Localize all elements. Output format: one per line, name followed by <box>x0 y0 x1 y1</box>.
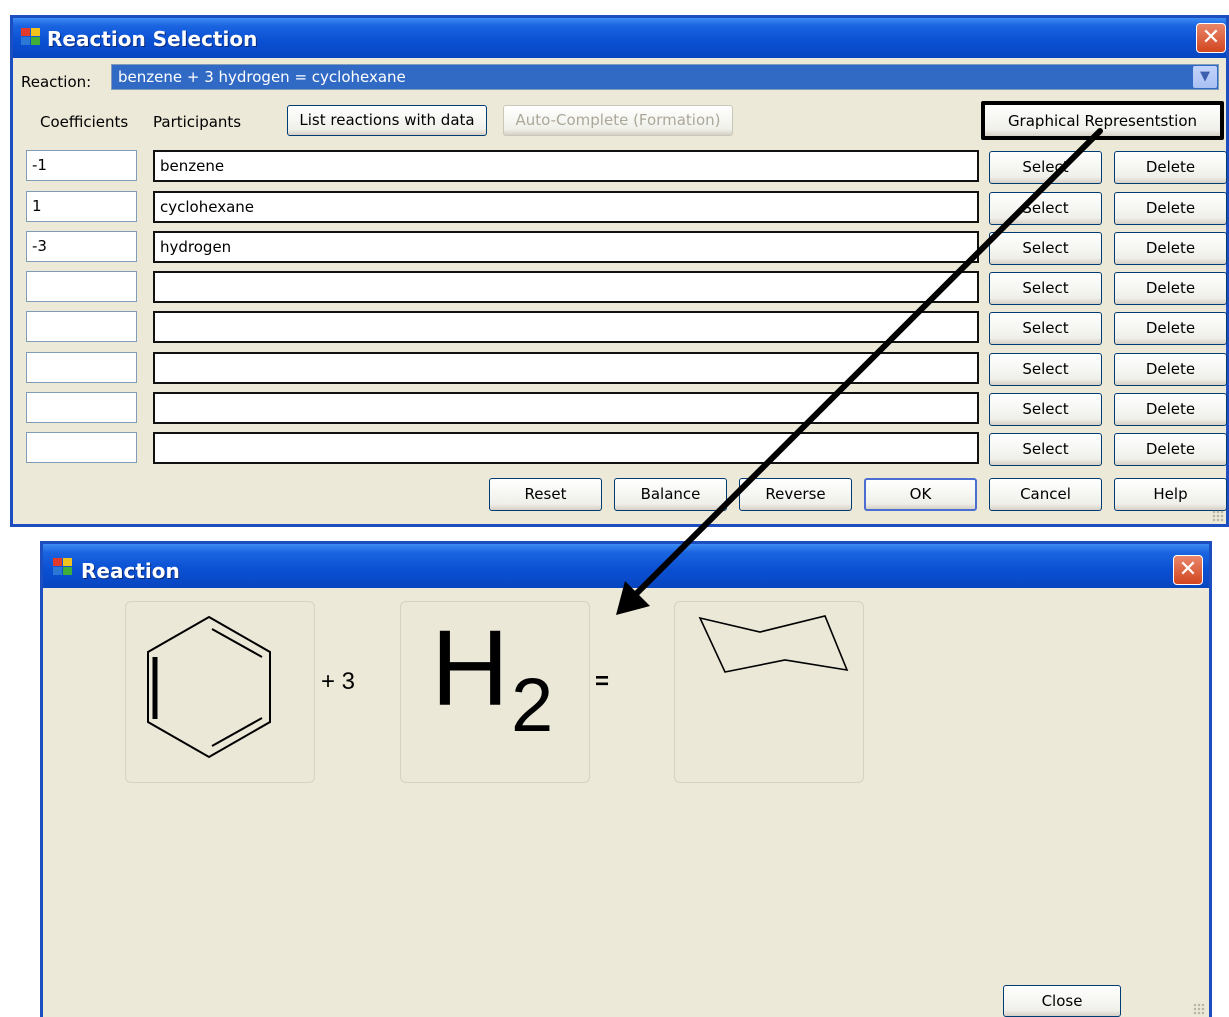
balance-button[interactable]: Balance <box>614 478 727 511</box>
reaction-window: Reaction ✕ + 3 H 2 = Close <box>40 541 1212 1017</box>
reset-button[interactable]: Reset <box>489 478 602 511</box>
select-button[interactable]: Select <box>989 232 1102 265</box>
select-button[interactable]: Select <box>989 312 1102 345</box>
participant-input[interactable] <box>153 352 979 384</box>
help-button[interactable]: Help <box>1114 478 1227 511</box>
window-title: Reaction Selection <box>47 27 258 51</box>
h2-subscript: 2 <box>511 663 554 748</box>
window-title: Reaction <box>81 559 180 583</box>
close-icon[interactable]: ✕ <box>1196 23 1226 53</box>
participant-input[interactable]: cyclohexane <box>153 191 979 223</box>
coefficient-input[interactable] <box>26 432 137 463</box>
coefficient-input[interactable]: 1 <box>26 191 137 222</box>
participants-label: Participants <box>153 113 242 131</box>
app-icon <box>53 558 73 576</box>
hydrogen-card: H 2 <box>400 601 590 783</box>
list-reactions-button[interactable]: List reactions with data <box>287 105 487 136</box>
equals-sign: = <box>595 668 610 695</box>
coefficients-label: Coefficients <box>40 113 129 131</box>
coefficient-input[interactable] <box>26 392 137 423</box>
reaction-titlebar[interactable]: Reaction ✕ <box>43 544 1209 588</box>
participant-input[interactable]: hydrogen <box>153 231 979 263</box>
ok-button[interactable]: OK <box>864 478 977 511</box>
delete-button[interactable]: Delete <box>1114 353 1227 386</box>
participant-input[interactable] <box>153 271 979 303</box>
delete-button[interactable]: Delete <box>1114 433 1227 466</box>
reaction-selection-titlebar[interactable]: Reaction Selection ✕ <box>13 18 1226 58</box>
chevron-down-icon[interactable]: ▼ <box>1193 66 1217 88</box>
participant-input[interactable] <box>153 311 979 343</box>
delete-button[interactable]: Delete <box>1114 232 1227 265</box>
benzene-card <box>125 601 315 783</box>
participant-input[interactable] <box>153 392 979 424</box>
graphical-representation-button[interactable]: Graphical Representstion <box>981 101 1224 140</box>
delete-button[interactable]: Delete <box>1114 393 1227 426</box>
cyclohexane-structure-icon <box>698 615 849 673</box>
delete-button[interactable]: Delete <box>1114 272 1227 305</box>
coefficient-input[interactable] <box>26 352 137 383</box>
coefficient-input[interactable] <box>26 271 137 302</box>
cancel-button[interactable]: Cancel <box>989 478 1102 511</box>
benzene-structure-icon <box>147 615 271 759</box>
delete-button[interactable]: Delete <box>1114 312 1227 345</box>
plus-coefficient: + 3 <box>321 668 356 695</box>
cyclohexane-card <box>674 601 864 783</box>
select-button[interactable]: Select <box>989 151 1102 184</box>
reaction-label: Reaction: <box>21 73 92 91</box>
reverse-button[interactable]: Reverse <box>739 478 852 511</box>
participant-input[interactable] <box>153 432 979 464</box>
close-button[interactable]: Close <box>1003 985 1121 1017</box>
delete-button[interactable]: Delete <box>1114 151 1227 184</box>
select-button[interactable]: Select <box>989 353 1102 386</box>
coefficient-input[interactable] <box>26 311 137 342</box>
close-icon[interactable]: ✕ <box>1173 555 1203 585</box>
select-button[interactable]: Select <box>989 192 1102 225</box>
select-button[interactable]: Select <box>989 433 1102 466</box>
select-button[interactable]: Select <box>989 393 1102 426</box>
reaction-selection-window: Reaction Selection ✕ Reaction: benzene +… <box>10 15 1229 527</box>
select-button[interactable]: Select <box>989 272 1102 305</box>
resize-grip[interactable] <box>1212 510 1224 522</box>
coefficient-input[interactable]: -3 <box>26 231 137 262</box>
delete-button[interactable]: Delete <box>1114 192 1227 225</box>
h2-symbol: H <box>431 607 509 728</box>
reaction-dropdown[interactable]: benzene + 3 hydrogen = cyclohexane ▼ <box>111 64 1219 90</box>
coefficient-input[interactable]: -1 <box>26 150 137 181</box>
reaction-value: benzene + 3 hydrogen = cyclohexane <box>118 68 406 86</box>
resize-grip[interactable] <box>1193 1003 1205 1015</box>
app-icon <box>21 28 41 46</box>
auto-complete-button[interactable]: Auto-Complete (Formation) <box>503 105 733 136</box>
participant-input[interactable]: benzene <box>153 150 979 182</box>
